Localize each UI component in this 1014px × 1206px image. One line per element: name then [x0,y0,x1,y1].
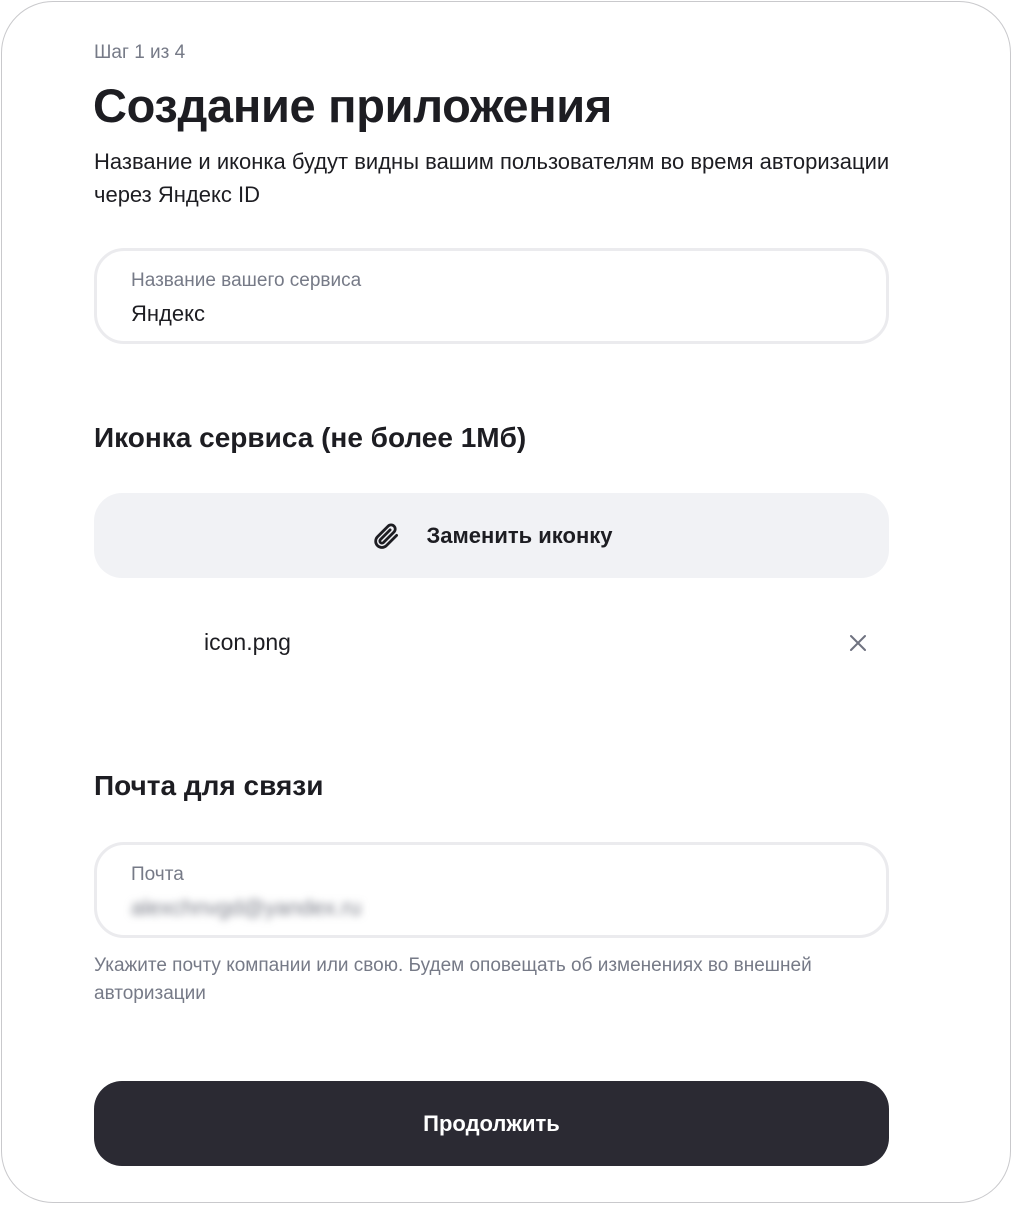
email-input[interactable]: alexchnvgd@yandex.ru [131,895,361,921]
replace-icon-label: Заменить иконку [426,522,613,548]
paperclip-icon [371,521,401,551]
email-section-title: Почта для связи [94,770,324,801]
service-name-input[interactable]: Яндекс [131,301,205,327]
file-name: icon.png [204,629,291,655]
email-hint: Укажите почту компании или свою. Будем о… [94,955,812,1004]
page-subtitle: Название и иконка будут видны вашим поль… [94,149,890,207]
icon-section-title: Иконка сервиса (не более 1Мб) [94,422,527,453]
service-name-label: Название вашего сервиса [131,270,362,291]
step-indicator: Шаг 1 из 4 [94,42,186,63]
replace-icon-button[interactable]: Заменить иконку [94,493,889,578]
page-title: Создание приложения [93,79,613,132]
uploaded-file-row: icon.png [94,614,889,674]
continue-button[interactable]: Продолжить [94,1081,889,1166]
close-icon[interactable] [846,631,870,655]
form-card: Шаг 1 из 4 Создание приложения Название … [1,1,1011,1203]
email-field[interactable]: Почта alexchnvgd@yandex.ru [94,842,889,938]
service-name-field[interactable]: Название вашего сервиса Яндекс [94,248,889,344]
continue-label: Продолжить [423,1110,560,1136]
email-label: Почта [131,864,184,885]
